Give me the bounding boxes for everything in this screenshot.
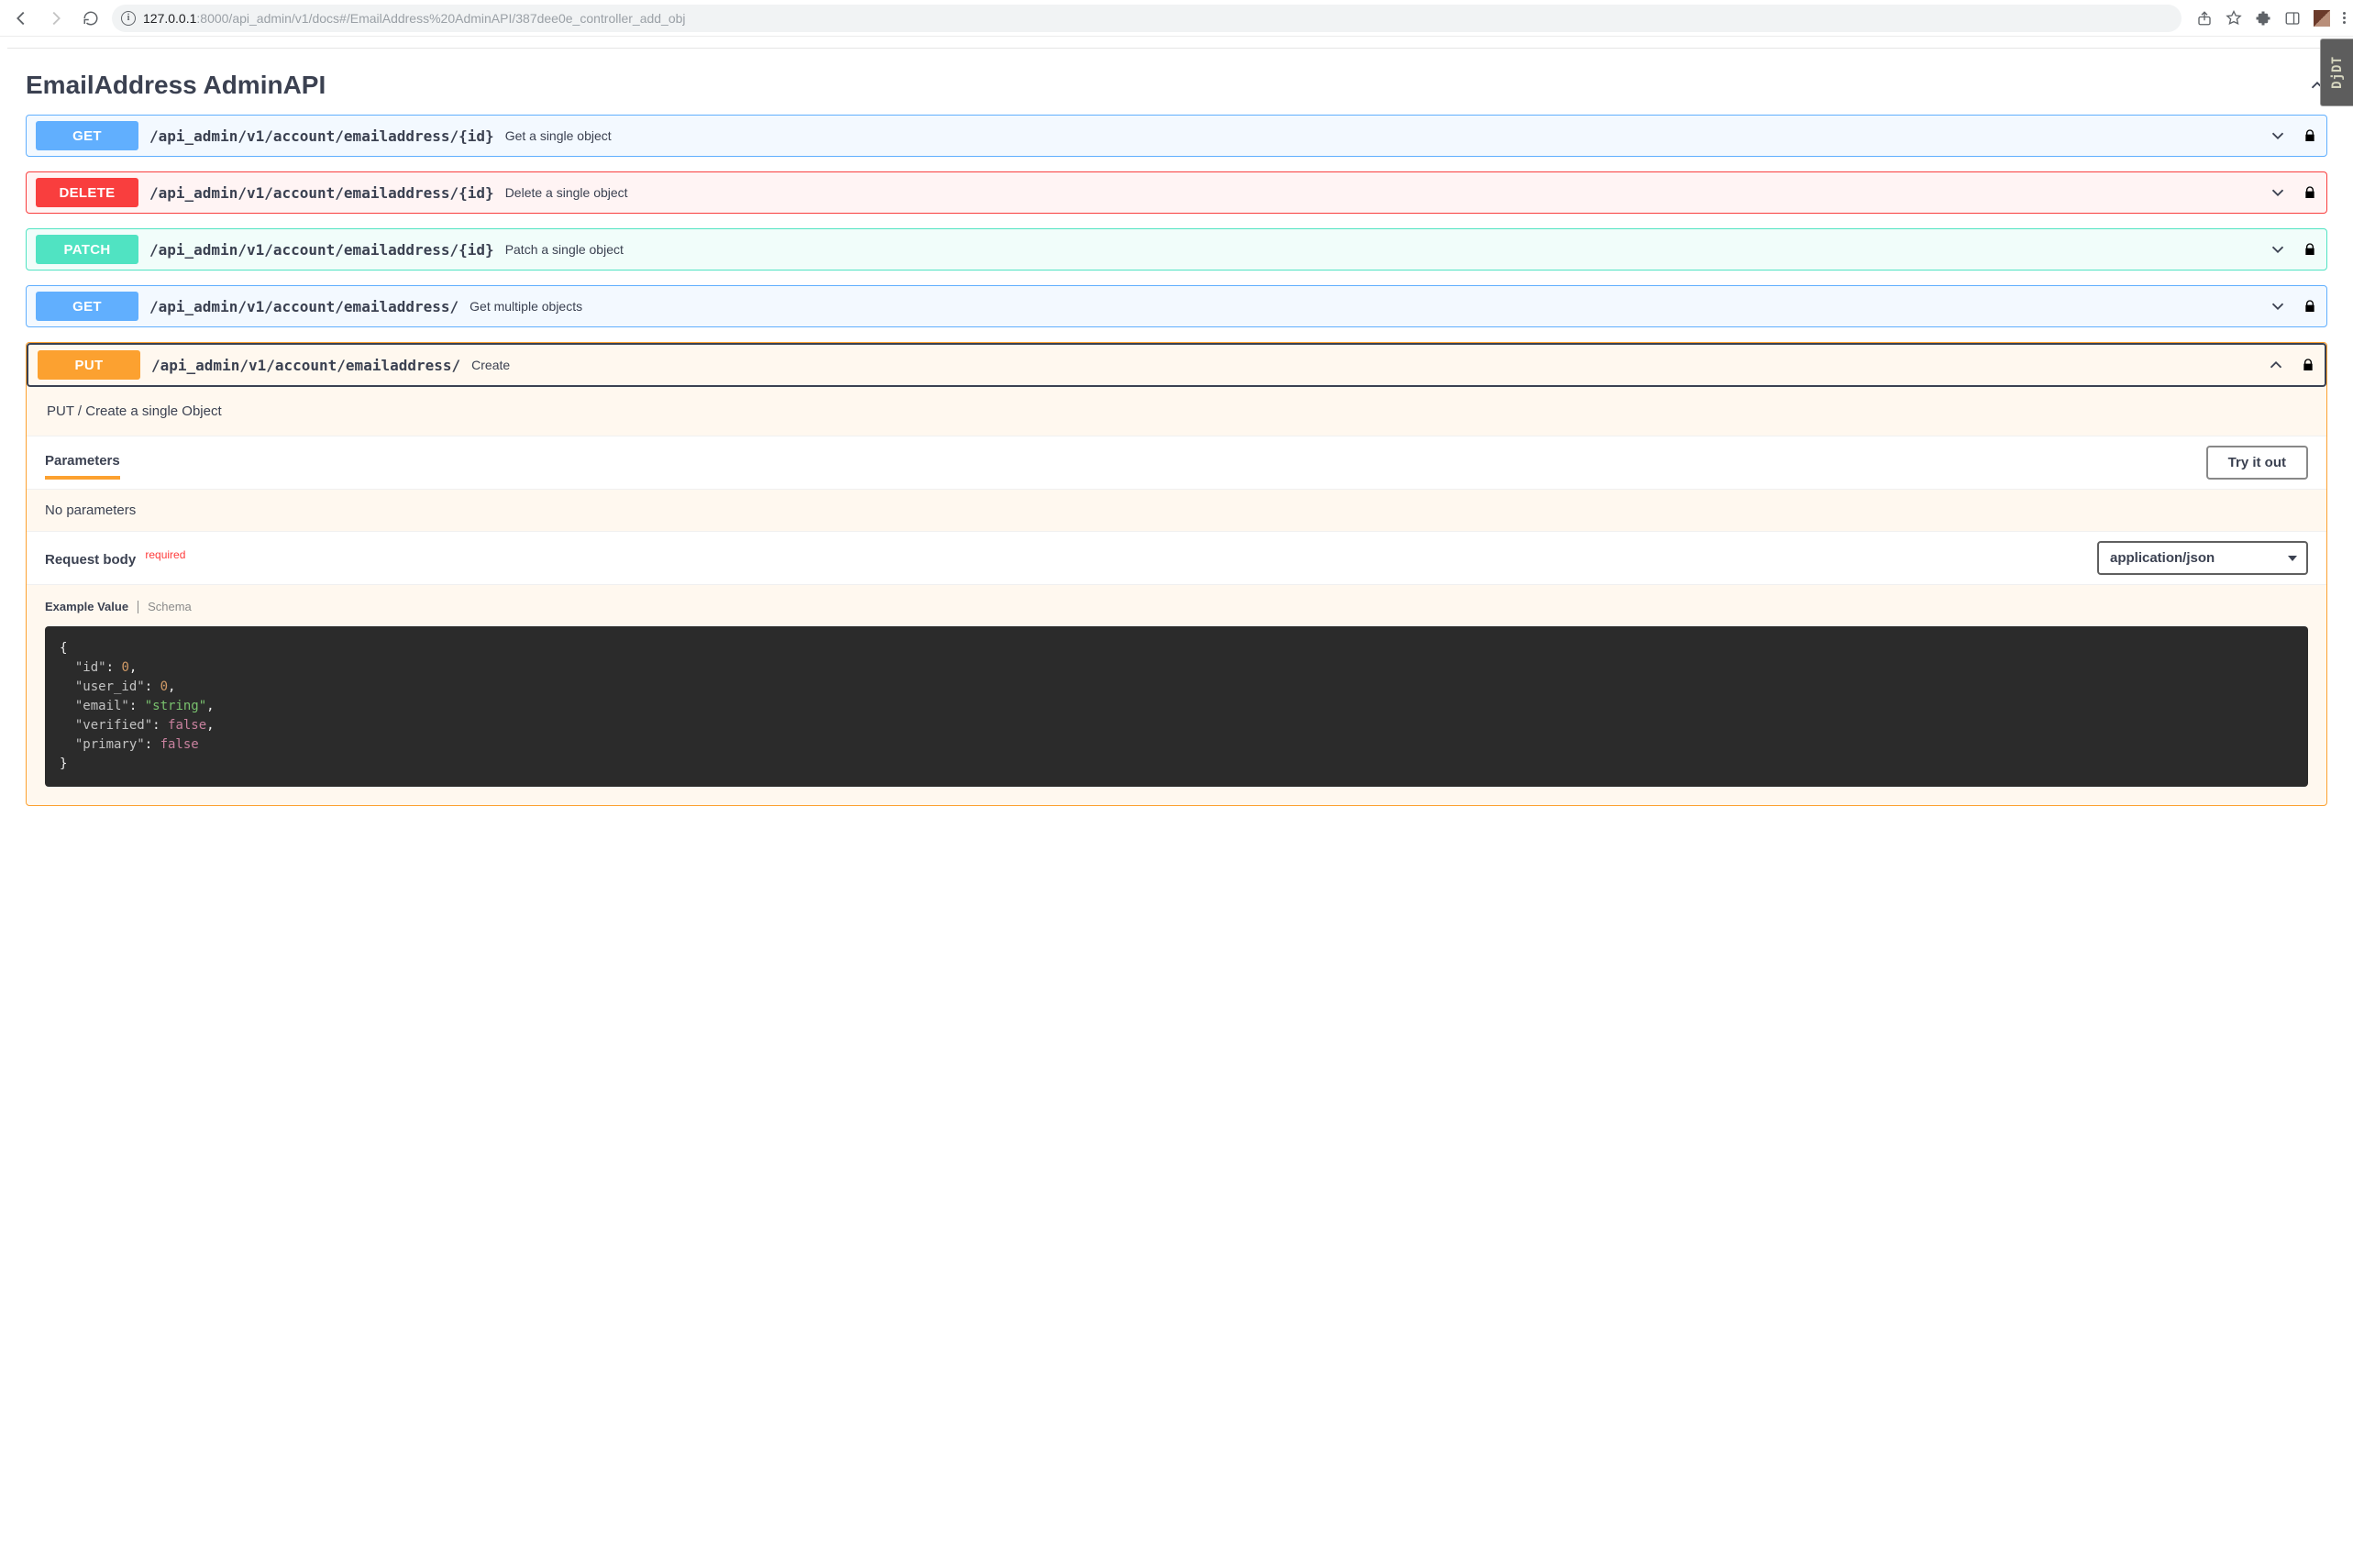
no-parameters-text: No parameters (27, 490, 2326, 531)
sidepanel-icon[interactable] (2284, 10, 2301, 27)
method-badge-put: PUT (38, 350, 140, 380)
op-path: /api_admin/v1/account/emailaddress/{id} (149, 241, 494, 259)
reload-icon (83, 10, 99, 27)
op-put-create: PUT /api_admin/v1/account/emailaddress/ … (26, 342, 2327, 806)
op-full-description: PUT / Create a single Object (27, 387, 2326, 436)
op-desc: Patch a single object (505, 242, 624, 257)
back-button[interactable] (7, 5, 35, 32)
method-badge-get: GET (36, 121, 138, 150)
browser-menu-button[interactable] (2343, 12, 2346, 24)
op-delete-single[interactable]: DELETE /api_admin/v1/account/emailaddres… (26, 171, 2327, 214)
op-get-list[interactable]: GET /api_admin/v1/account/emailaddress/ … (26, 285, 2327, 327)
section-title: EmailAddress AdminAPI (26, 71, 326, 100)
arrow-right-icon (46, 8, 66, 28)
lock-icon[interactable] (2303, 242, 2317, 257)
browser-right-icons (2196, 10, 2346, 27)
op-summary[interactable]: PATCH /api_admin/v1/account/emailaddress… (27, 229, 2326, 270)
op-path: /api_admin/v1/account/emailaddress/ (149, 298, 458, 315)
request-body-bar: Request body required application/json (27, 531, 2326, 585)
op-path: /api_admin/v1/account/emailaddress/{id} (149, 127, 494, 145)
lock-icon[interactable] (2303, 128, 2317, 143)
op-get-single[interactable]: GET /api_admin/v1/account/emailaddress/{… (26, 115, 2327, 157)
chevron-down-icon[interactable] (2268, 296, 2288, 316)
method-badge-delete: DELETE (36, 178, 138, 207)
tab-example-value[interactable]: Example Value (45, 600, 128, 613)
method-badge-get: GET (36, 292, 138, 321)
parameters-tab[interactable]: Parameters (45, 446, 120, 480)
op-desc: Get a single object (505, 128, 612, 143)
op-summary[interactable]: DELETE /api_admin/v1/account/emailaddres… (27, 172, 2326, 213)
op-desc: Create (471, 358, 510, 372)
lock-icon[interactable] (2303, 185, 2317, 200)
bookmark-star-icon[interactable] (2226, 10, 2242, 27)
chevron-down-icon[interactable] (2268, 239, 2288, 259)
op-desc: Get multiple objects (469, 299, 582, 314)
op-path: /api_admin/v1/account/emailaddress/{id} (149, 184, 494, 202)
django-debug-toolbar-handle[interactable]: DjDT (2320, 39, 2353, 106)
site-info-icon[interactable]: i (121, 11, 136, 26)
chevron-down-icon[interactable] (2268, 182, 2288, 203)
extensions-icon[interactable] (2255, 10, 2271, 27)
profile-avatar[interactable] (2314, 10, 2330, 27)
djdt-label: DjDT (2330, 56, 2345, 89)
op-desc: Delete a single object (505, 185, 628, 200)
op-body: PUT / Create a single Object Parameters … (27, 387, 2326, 787)
arrow-left-icon (11, 8, 31, 28)
op-summary[interactable]: GET /api_admin/v1/account/emailaddress/{… (27, 116, 2326, 156)
api-docs-container: EmailAddress AdminAPI GET /api_admin/v1/… (0, 71, 2353, 857)
tab-schema[interactable]: Schema (148, 600, 192, 613)
body-format-tabs: Example Value Schema (27, 585, 2326, 621)
content-type-select[interactable]: application/json (2097, 541, 2308, 575)
forward-button[interactable] (42, 5, 70, 32)
try-it-out-button[interactable]: Try it out (2206, 446, 2308, 480)
share-icon[interactable] (2196, 10, 2213, 27)
divider (7, 48, 2346, 49)
required-chip: required (145, 548, 185, 561)
method-badge-patch: PATCH (36, 235, 138, 264)
browser-chrome: i 127.0.0.1:8000/api_admin/v1/docs#/Emai… (0, 0, 2353, 37)
address-bar[interactable]: i 127.0.0.1:8000/api_admin/v1/docs#/Emai… (112, 5, 2182, 32)
op-path: /api_admin/v1/account/emailaddress/ (151, 357, 460, 374)
address-bar-text: 127.0.0.1:8000/api_admin/v1/docs#/EmailA… (143, 11, 686, 26)
chevron-up-icon[interactable] (2266, 355, 2286, 375)
lock-icon[interactable] (2301, 358, 2315, 372)
request-body-label: Request body required (45, 548, 185, 568)
example-json-codeblock: { "id": 0, "user_id": 0, "email": "strin… (45, 626, 2308, 787)
op-patch-single[interactable]: PATCH /api_admin/v1/account/emailaddress… (26, 228, 2327, 271)
reload-button[interactable] (77, 5, 105, 32)
section-header[interactable]: EmailAddress AdminAPI (26, 71, 2327, 100)
op-summary[interactable]: GET /api_admin/v1/account/emailaddress/ … (27, 286, 2326, 326)
lock-icon[interactable] (2303, 299, 2317, 314)
parameters-bar: Parameters Try it out (27, 436, 2326, 490)
chevron-down-icon[interactable] (2268, 126, 2288, 146)
op-summary[interactable]: PUT /api_admin/v1/account/emailaddress/ … (27, 343, 2326, 387)
